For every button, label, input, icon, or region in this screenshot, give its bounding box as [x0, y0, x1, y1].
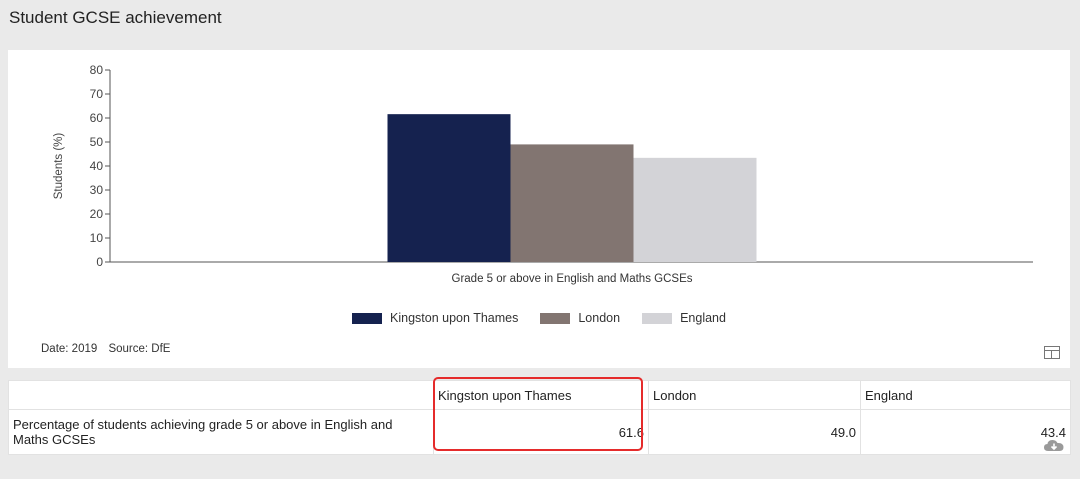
- y-tick-label: 40: [90, 159, 104, 173]
- y-tick-label: 50: [90, 135, 104, 149]
- legend-item: England: [642, 311, 726, 325]
- y-tick-label: 80: [90, 63, 104, 77]
- page-title: Student GCSE achievement: [9, 8, 222, 27]
- y-tick-label: 0: [96, 255, 103, 269]
- bar-chart: 0 10 20 30 40 50 60 70 80 Students (%) Grade 5 or …: [53, 63, 1033, 285]
- legend-label: Kingston upon Thames: [390, 311, 519, 325]
- legend-item: Kingston upon Thames: [352, 311, 518, 325]
- chart-legend: Kingston upon Thames London England: [8, 311, 1070, 325]
- cell-london: 49.0: [648, 409, 861, 455]
- y-tick-label: 70: [90, 87, 104, 101]
- source-text: Source: DfE: [108, 343, 171, 355]
- header-england: England: [860, 380, 1071, 410]
- chart-source: Date: 2019 Source: DfE: [41, 343, 178, 355]
- legend-label: London: [578, 311, 621, 325]
- cell-england: 43.4: [860, 409, 1071, 455]
- legend-swatch: [352, 312, 383, 324]
- highlight-box: [433, 377, 643, 451]
- y-tick-label: 10: [90, 231, 104, 245]
- header-london: London: [648, 380, 861, 410]
- chart-panel: 0 10 20 30 40 50 60 70 80 Students (%) Grade 5 or …: [8, 50, 1070, 368]
- bar-england: [633, 157, 757, 262]
- bar-kingston-upon-thames: [387, 114, 511, 262]
- legend-item: London: [540, 311, 620, 325]
- date-text: Date: 2019: [41, 343, 98, 355]
- legend-label: England: [680, 311, 726, 325]
- x-category-label: Grade 5 or above in English and Maths GC…: [452, 273, 693, 285]
- y-tick-label: 20: [90, 207, 104, 221]
- header-empty: [8, 380, 434, 410]
- legend-swatch: [642, 312, 673, 324]
- row-label: Percentage of students achieving grade 5…: [8, 409, 434, 455]
- table-icon[interactable]: [1044, 346, 1060, 359]
- cloud-download-icon[interactable]: [1043, 437, 1065, 453]
- bar-london: [510, 144, 634, 262]
- legend-swatch: [540, 312, 571, 324]
- y-tick-label: 30: [90, 183, 104, 197]
- y-tick-label: 60: [90, 111, 104, 125]
- y-axis-label: Students (%): [53, 133, 65, 200]
